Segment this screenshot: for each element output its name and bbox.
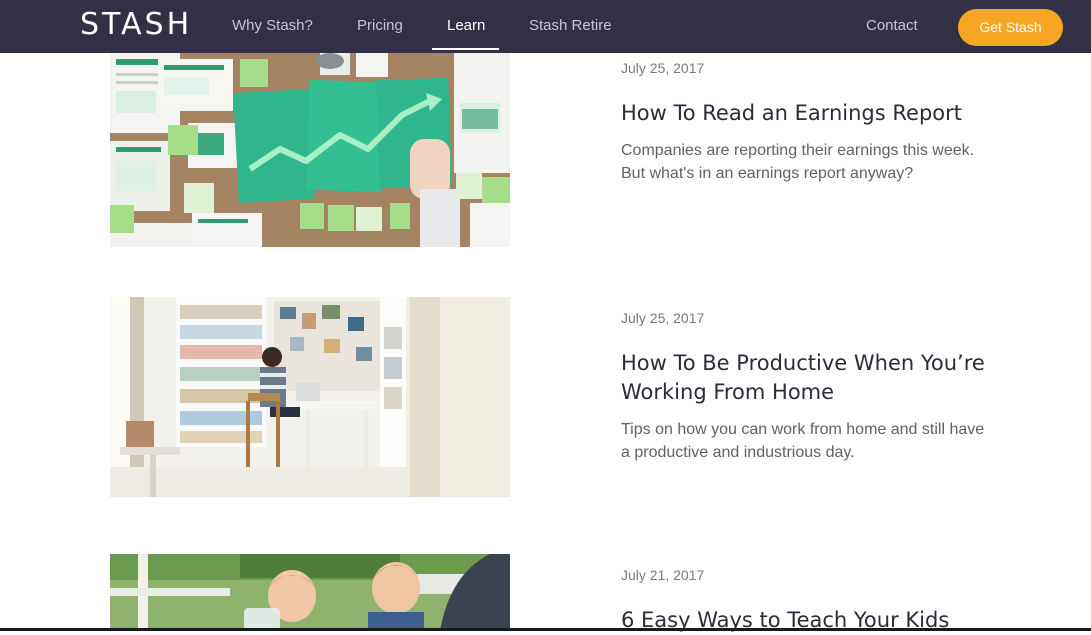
article-excerpt: Tips on how you can work from home and s… <box>621 421 985 461</box>
article-excerpt: Companies are reporting their earnings t… <box>621 142 975 182</box>
article-title[interactable]: How To Read an Earnings Report <box>621 99 1001 128</box>
article-date: July 21, 2017 <box>621 567 705 583</box>
nav-link-pricing[interactable]: Pricing <box>357 17 403 35</box>
top-navbar: STASH Why Stash? Pricing Learn Stash Ret… <box>0 0 1091 53</box>
article-date: July 25, 2017 <box>621 60 705 76</box>
article-title[interactable]: How To Be Productive When You’re Working… <box>621 349 1001 407</box>
article-thumbnail-earnings[interactable] <box>110 53 510 247</box>
nav-link-why-stash[interactable]: Why Stash? <box>232 17 313 35</box>
article-thumbnail-kids[interactable] <box>110 554 510 631</box>
get-stash-button[interactable]: Get Stash <box>958 9 1063 46</box>
kids-image <box>110 554 510 631</box>
earnings-report-image <box>110 53 510 247</box>
nav-link-contact[interactable]: Contact <box>866 17 918 35</box>
nav-link-stash-retire[interactable]: Stash Retire <box>529 17 612 35</box>
article-thumbnail-work-from-home[interactable] <box>110 297 510 497</box>
nav-link-learn[interactable]: Learn <box>447 17 485 35</box>
active-tab-indicator <box>432 48 499 50</box>
article-date: July 25, 2017 <box>621 310 705 326</box>
stash-logo[interactable]: STASH <box>80 8 192 42</box>
home-office-image <box>110 297 510 497</box>
